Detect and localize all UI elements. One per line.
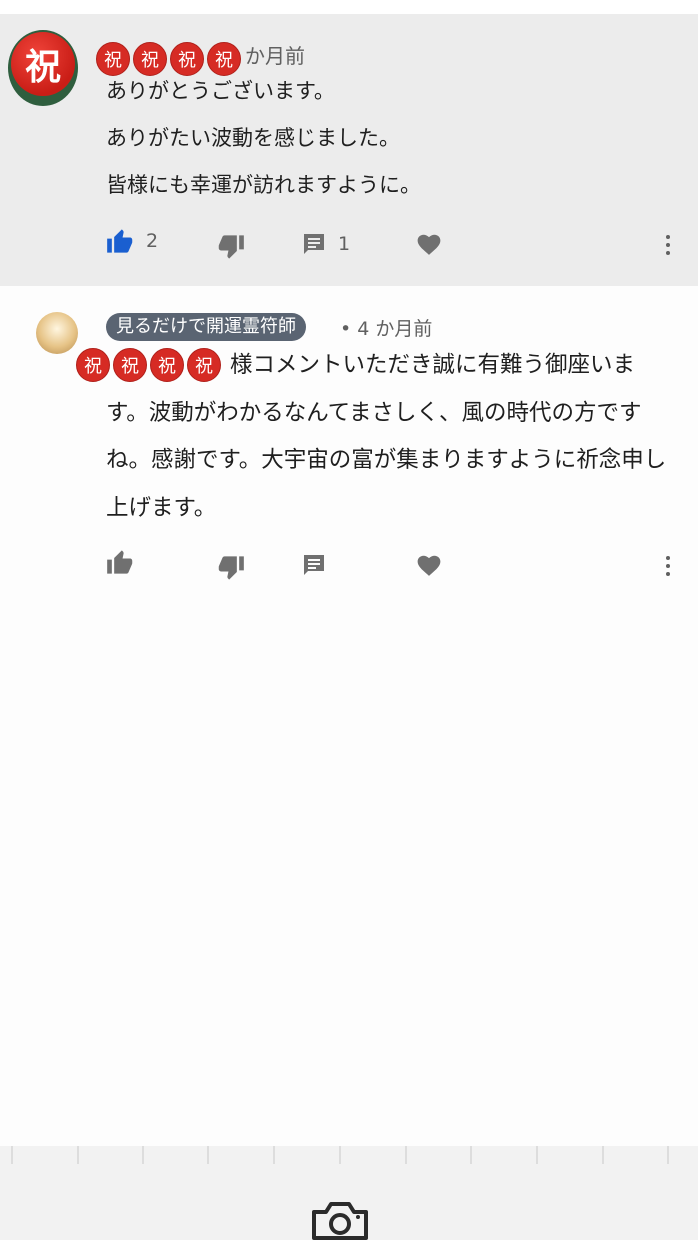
comment-time: • 4 か月前 <box>340 318 433 340</box>
top-strip <box>0 0 698 14</box>
comment-time: か月前 <box>245 44 305 68</box>
camera-icon[interactable] <box>310 1198 370 1240</box>
heart-button[interactable] <box>416 553 442 577</box>
comment-icon <box>304 234 324 254</box>
badge: 祝 <box>76 348 110 382</box>
dislike-button[interactable] <box>217 555 245 581</box>
author-name-chip[interactable]: 見るだけで開運霊符師 <box>106 313 306 341</box>
heart-icon <box>417 555 441 576</box>
thumbs-down-icon <box>218 235 244 259</box>
thumbs-up-icon <box>107 550 133 574</box>
comment-text-line: 皆様にも幸運が訪れますように。 <box>106 173 421 197</box>
badge: 祝 <box>187 348 221 382</box>
ruler-ticks <box>11 1146 669 1164</box>
mention-badges: 祝 祝 祝 祝 <box>76 348 221 382</box>
avatar[interactable] <box>36 312 78 354</box>
like-button[interactable]: 2 <box>106 228 158 254</box>
like-count: 2 <box>146 230 159 252</box>
heart-button[interactable] <box>416 232 442 256</box>
more-options-icon[interactable] <box>666 556 672 576</box>
thumbs-down-icon <box>218 556 244 580</box>
comment-text-line: ありがとうございます。 <box>106 79 335 103</box>
reply-button[interactable] <box>302 553 326 577</box>
avatar-glyph: 祝 <box>11 32 75 96</box>
like-button[interactable] <box>106 549 134 575</box>
more-options-icon[interactable] <box>666 235 672 255</box>
badge: 祝 <box>113 348 147 382</box>
heart-icon <box>417 234 441 255</box>
avatar[interactable]: 祝 <box>8 30 78 106</box>
comment-text-line: ありがたい波動を感じました。 <box>106 126 400 150</box>
reply-count: 1 <box>338 233 351 255</box>
badge: 祝 <box>150 348 184 382</box>
thumbs-up-icon <box>107 229 133 253</box>
dislike-button[interactable] <box>217 234 245 260</box>
reply-button[interactable]: 1 <box>302 232 350 256</box>
comment-icon <box>304 555 324 575</box>
